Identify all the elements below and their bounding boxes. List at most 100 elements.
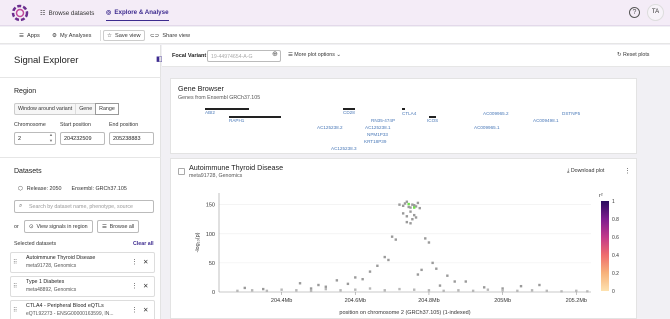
gene-label[interactable]: NPM1P33 [367, 132, 388, 137]
browse-all-button[interactable]: ☰ Browse all [97, 220, 140, 233]
close-icon[interactable]: ✕ [143, 258, 148, 266]
chevron-down-icon[interactable]: ▼ [47, 138, 55, 144]
plot-toolbar: Focal Variant 19-44974654-A-G ⊕ ☰ More p… [162, 45, 670, 67]
data-point [411, 218, 414, 221]
gene-label[interactable]: AC125238.1 [365, 125, 391, 130]
focal-variant-label: Focal Variant [172, 53, 207, 59]
data-point [346, 282, 350, 286]
gene-label[interactable]: CD28 [343, 110, 355, 115]
mode-window-around-variant[interactable]: Window around variant [15, 104, 77, 114]
or-label: or [14, 224, 19, 230]
target-icon[interactable]: ⊕ [272, 50, 278, 58]
legend-tick-label: 0.4 [612, 253, 619, 259]
list-item[interactable]: ⠿ CTLA4 - Peripheral Blood eQTLs eQTL922… [10, 300, 155, 319]
more-options-icon[interactable]: ⋮ [131, 306, 138, 314]
x-tick-label: 205Mb [494, 298, 511, 304]
gene-label[interactable]: AC125238.2 [317, 125, 343, 130]
my-analyses-button[interactable]: ⚙ My Analyses [49, 30, 94, 41]
list-item[interactable]: ⠿ Autoimmune Thyroid Disease meta91728, … [10, 252, 155, 273]
gene-label[interactable]: KRT18P39 [364, 139, 386, 144]
data-point [368, 287, 372, 290]
gene-browser-panel: Gene Browser Genes from Ensembl GRCh37.1… [170, 78, 637, 154]
end-position-field[interactable]: 205238883 [109, 132, 154, 145]
drag-handle-icon[interactable]: ⠿ [13, 259, 17, 266]
close-icon[interactable]: ✕ [143, 306, 148, 314]
x-axis-label: position on chromosome 2 (GRCh37.105) (1… [339, 310, 470, 316]
divider [0, 77, 161, 78]
gene-label[interactable]: CTLA4 [402, 111, 416, 116]
data-point [261, 287, 265, 291]
data-point [401, 204, 405, 208]
gene-label[interactable]: AC009965.2 [483, 111, 509, 116]
more-plot-options-button[interactable]: ☰ More plot options ⌄ [288, 52, 341, 58]
clear-all-button[interactable]: Clear all [133, 241, 154, 247]
data-point [324, 287, 328, 291]
x-tick-label: 204.4Mb [271, 298, 292, 304]
view-signals-button[interactable]: ⊙ View signals in region [24, 220, 93, 233]
data-point [295, 289, 298, 292]
dataset-search-input[interactable]: ⌕ Search by dataset name, phenotype, sou… [14, 200, 154, 213]
gene-track[interactable] [402, 108, 405, 110]
data-point [407, 202, 410, 206]
panel-toggle-icon[interactable]: ◧ [156, 55, 166, 65]
y-tick-label: 150 [206, 203, 215, 209]
gene-browser-subtitle: Genes from Ensembl GRCh37.105 [178, 95, 261, 101]
gene-label[interactable]: RN35-474P [371, 118, 395, 123]
data-point [442, 289, 445, 293]
drag-handle-icon[interactable]: ⠿ [13, 307, 17, 314]
data-point [453, 280, 456, 283]
settings-icon: ☰ [288, 52, 293, 58]
region-heading: Region [14, 88, 37, 95]
data-point [236, 289, 239, 293]
data-point [538, 283, 541, 287]
data-point [387, 258, 390, 262]
data-point [501, 289, 504, 292]
y-tick-label: 50 [209, 261, 215, 267]
page-title: Signal Explorer [14, 55, 79, 66]
gear-icon: ⚙ [52, 32, 58, 39]
help-icon[interactable]: ? [629, 7, 640, 18]
y-axis-label: -log₁₀(p) [195, 232, 201, 252]
share-view-button[interactable]: ⊂⊃ Share view [147, 30, 193, 41]
gene-label[interactable]: AC009498.1 [533, 118, 559, 123]
data-point [405, 200, 409, 203]
data-point [309, 287, 313, 290]
avatar[interactable]: TA [647, 4, 664, 21]
gene-label[interactable]: DSTNP5 [562, 111, 580, 116]
gene-browser-title: Gene Browser [178, 84, 224, 93]
app-logo-icon[interactable] [10, 3, 30, 23]
data-point [409, 210, 412, 213]
gene-label[interactable]: RAPH1 [229, 118, 244, 123]
close-icon[interactable]: ✕ [143, 282, 148, 290]
data-point [339, 289, 342, 292]
gene-label[interactable]: ICOS [427, 118, 438, 123]
data-point [431, 261, 434, 265]
data-point [471, 289, 475, 293]
scatter-chart: 0 50 100 150 204.4Mb 204.6Mb 204.8Mb 205Mb 205.2… [195, 193, 619, 316]
data-point [405, 220, 409, 224]
data-point [368, 270, 372, 273]
save-view-button[interactable]: ☆ Save view [103, 30, 145, 41]
gene-label[interactable]: AC125238.3 [331, 146, 357, 151]
apps-button[interactable]: ☰ Apps [16, 30, 43, 41]
data-point [413, 288, 416, 291]
mode-gene[interactable]: Gene [76, 104, 97, 114]
data-point [516, 289, 519, 293]
more-options-icon[interactable]: ⋮ [131, 258, 138, 266]
gene-label[interactable]: AC009965.1 [474, 125, 500, 130]
data-point [401, 212, 405, 215]
data-point [298, 282, 302, 285]
mode-range[interactable]: Range [95, 103, 119, 115]
list-item[interactable]: ⠿ Type 1 Diabetes meta48892, Genomics ⋮ … [10, 276, 155, 297]
gene-label[interactable]: ABI2 [205, 110, 215, 115]
nav-explore-analyse[interactable]: ◎ Explore & Analyse [106, 5, 169, 21]
top-bar: ☷ Browse datasets ◎ Explore & Analyse ? … [0, 0, 670, 26]
reset-plots-button[interactable]: ↻ Reset plots [617, 52, 649, 58]
focal-variant-input[interactable]: 19-44974654-A-G [207, 50, 281, 62]
chromosome-stepper[interactable]: ▲ ▼ [47, 132, 55, 145]
start-position-field[interactable]: 204232509 [60, 132, 105, 145]
drag-handle-icon[interactable]: ⠿ [13, 283, 17, 290]
data-point [383, 289, 386, 292]
more-options-icon[interactable]: ⋮ [131, 282, 138, 290]
nav-browse-datasets[interactable]: ☷ Browse datasets [40, 7, 94, 19]
